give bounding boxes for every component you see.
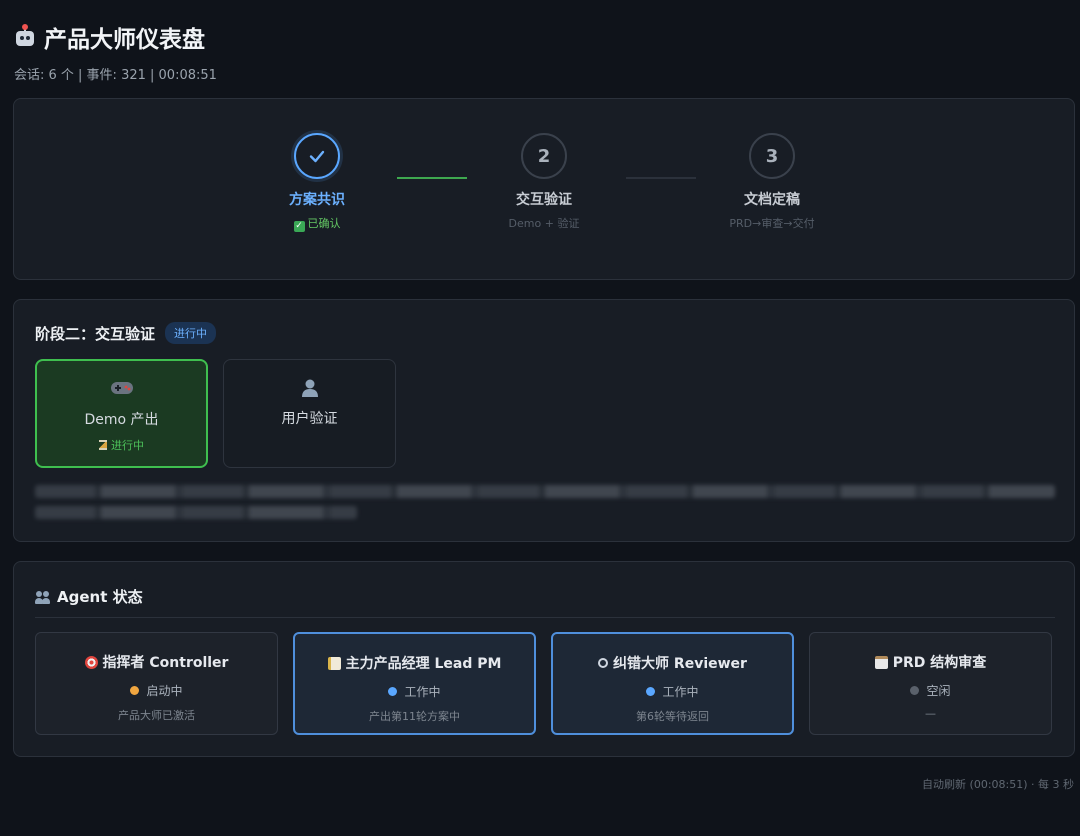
redacted-text <box>35 506 357 519</box>
header: 产品大师仪表盘 会话: 6 个 | 事件: 321 | 00:08:51 <box>14 20 217 83</box>
progress-stepper: 方案共识 ✓ 已确认 2 交互验证 Demo + 验证 3 文档定稿 PRD→审查… <box>13 98 1075 280</box>
divider <box>35 617 1055 618</box>
step-2-circle: 2 <box>521 133 567 179</box>
people-icon <box>35 590 51 604</box>
status-dot <box>388 687 398 696</box>
redacted-text <box>35 485 1055 498</box>
page-title-text: 产品大师仪表盘 <box>44 27 205 53</box>
page-title: 产品大师仪表盘 <box>14 20 217 54</box>
agent-note: 产品大师已激活 <box>118 709 195 722</box>
step-2-sub: Demo + 验证 <box>508 217 580 230</box>
hourglass-icon <box>99 440 107 450</box>
phase-panel: 阶段二：交互验证 进行中 Demo 产出 进行中 用户验证 <box>13 299 1075 542</box>
agent-state: 空闲 <box>810 682 1051 699</box>
status-dot <box>130 686 140 695</box>
agent-name: 主力产品经理 Lead PM <box>295 653 534 673</box>
search-icon <box>598 658 609 668</box>
agent-note: 产出第11轮方案中 <box>369 710 460 723</box>
session-stats: 会话: 6 个 | 事件: 321 | 00:08:51 <box>14 68 217 83</box>
task-name: Demo 产出 <box>84 412 159 428</box>
gamepad-icon <box>37 379 206 401</box>
agent-name: 指挥者 Controller <box>36 652 277 672</box>
user-icon <box>224 378 395 400</box>
status-dot <box>646 687 656 696</box>
check-icon <box>309 150 325 163</box>
agent-name: 纠错大师 Reviewer <box>553 653 792 673</box>
step-2: 2 交互验证 Demo + 验证 <box>454 133 634 231</box>
task-card-demo[interactable]: Demo 产出 进行中 <box>35 359 208 468</box>
robot-icon <box>14 24 36 48</box>
step-3: 3 文档定稿 PRD→审查→交付 <box>682 133 862 231</box>
agent-state: 工作中 <box>295 683 534 700</box>
step-1: 方案共识 ✓ 已确认 <box>227 133 407 232</box>
step-1-title: 方案共识 <box>289 192 345 208</box>
agent-card-prd-review[interactable]: PRD 结构审查 空闲 — <box>809 632 1052 735</box>
agent-panel: Agent 状态 指挥者 Controller 启动中 产品大师已激活 主力产品… <box>13 561 1075 757</box>
agent-state: 启动中 <box>36 682 277 699</box>
agent-card-controller[interactable]: 指挥者 Controller 启动中 产品大师已激活 <box>35 632 278 735</box>
agent-name: PRD 结构审查 <box>810 652 1051 672</box>
phase-header: 阶段二：交互验证 进行中 <box>35 322 217 344</box>
task-status: 进行中 <box>37 437 206 453</box>
memo-icon <box>327 656 341 670</box>
step-3-circle: 3 <box>749 133 795 179</box>
agent-state: 工作中 <box>553 683 792 700</box>
agent-header: Agent 状态 <box>35 586 143 607</box>
step-3-sub: PRD→审查→交付 <box>729 217 815 230</box>
task-card-user-validation[interactable]: 用户验证 <box>223 359 396 468</box>
agent-note: 第6轮等待返回 <box>636 710 709 723</box>
step-3-title: 文档定稿 <box>744 192 800 208</box>
checkbox-icon: ✓ <box>293 221 305 232</box>
step-1-circle <box>294 133 340 179</box>
agent-card-lead-pm[interactable]: 主力产品经理 Lead PM 工作中 产出第11轮方案中 <box>293 632 536 735</box>
target-icon <box>84 655 98 669</box>
agent-title: Agent 状态 <box>57 588 143 606</box>
step-1-sub: ✓ 已确认 <box>293 217 341 232</box>
status-badge: 进行中 <box>165 322 217 344</box>
status-dot <box>910 686 920 695</box>
dashboard: 产品大师仪表盘 会话: 6 个 | 事件: 321 | 00:08:51 方案共… <box>0 0 1080 836</box>
agent-card-reviewer[interactable]: 纠错大师 Reviewer 工作中 第6轮等待返回 <box>551 632 794 735</box>
clipboard-icon <box>874 655 888 669</box>
step-2-title: 交互验证 <box>516 192 572 208</box>
task-name: 用户验证 <box>281 411 338 427</box>
phase-title: 阶段二：交互验证 <box>35 324 156 343</box>
auto-refresh-status: 自动刷新 (00:08:51) · 每 3 秒 <box>922 778 1074 791</box>
agent-note: — <box>925 707 936 720</box>
